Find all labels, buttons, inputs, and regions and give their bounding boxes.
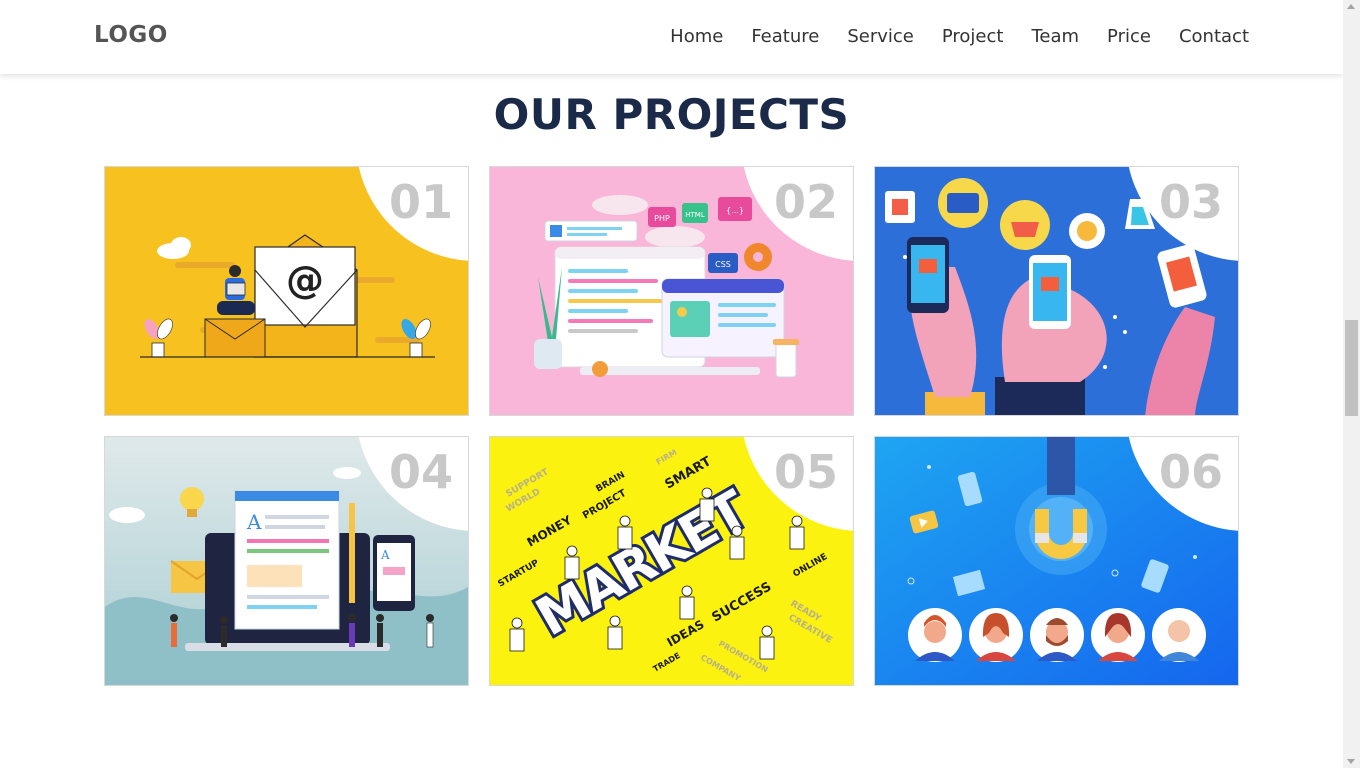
nav-project[interactable]: Project [942,25,1004,49]
project-number: 06 [1158,445,1223,499]
project-card-04[interactable]: A A 04 [104,436,469,686]
nav-price[interactable]: Price [1107,25,1151,49]
project-number: 05 [773,445,838,499]
scroll-up-icon[interactable] [1347,4,1355,9]
braces-tag: {...} [726,206,744,215]
scroll-down-icon[interactable] [1347,759,1355,764]
page-scrollbar[interactable] [1343,0,1360,768]
project-card-01[interactable]: @ 01 [104,166,469,416]
project-card-03[interactable]: 03 [874,166,1239,416]
project-number: 04 [388,445,453,499]
project-card-02[interactable]: PHP HTML {...} CSS 02 [489,166,854,416]
site-header: LOGO Home Feature Service Project Team P… [0,0,1343,74]
page: LOGO Home Feature Service Project Team P… [0,0,1343,768]
php-tag: PHP [654,214,670,223]
html-tag: HTML [685,211,705,219]
main-nav: Home Feature Service Project Team Price … [670,25,1249,49]
at-sign: @ [286,258,324,302]
scroll-thumb[interactable] [1345,320,1358,416]
project-number: 03 [1158,175,1223,229]
nav-contact[interactable]: Contact [1179,25,1249,49]
nav-home[interactable]: Home [670,25,723,49]
logo[interactable]: LOGO [94,22,168,48]
project-card-05[interactable]: MONEY PROJECT BRAIN SMART STARTUP ONLINE… [489,436,854,686]
nav-service[interactable]: Service [847,25,914,49]
project-number: 01 [388,175,453,229]
css-tag: CSS [715,260,731,269]
project-number: 02 [773,175,838,229]
section-title: OUR PROJECTS [493,90,850,139]
nav-team[interactable]: Team [1031,25,1079,49]
nav-feature[interactable]: Feature [751,25,819,49]
letter-a: A [246,510,262,534]
project-card-06[interactable]: 06 [874,436,1239,686]
phone-letter-a: A [380,548,390,562]
